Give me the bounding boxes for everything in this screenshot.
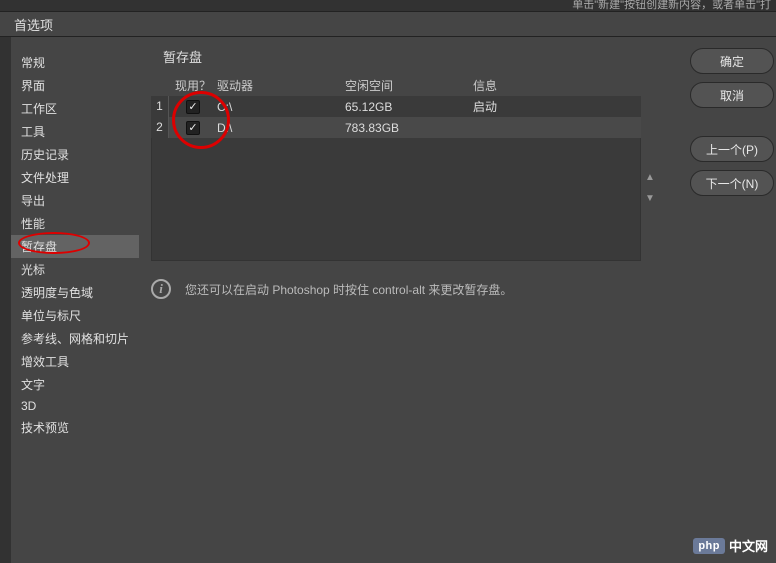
table-row[interactable]: 2 ✓ D:\ 783.83GB [151, 117, 641, 138]
sidebar-item-cursors[interactable]: 光标 [11, 258, 139, 281]
scratch-disk-table: 现用？ 驱动器 空闲空间 信息 1 ✓ C:\ 65.12GB 启动 2 [151, 74, 641, 261]
hint-text: 您还可以在启动 Photoshop 时按住 control-alt 来更改暂存盘… [185, 281, 512, 298]
watermark-badge: php [693, 538, 725, 554]
prev-button[interactable]: 上一个(P) [690, 136, 774, 162]
window-title-bar: 首选项 [0, 11, 776, 37]
content-panel: 暂存盘 现用？ 驱动器 空闲空间 信息 1 ✓ C:\ 65.12GB [139, 37, 776, 563]
table-empty-area [151, 138, 641, 261]
sidebar-item-scratchdisks[interactable]: 暂存盘 [11, 235, 139, 258]
cell-free: 783.83GB [345, 121, 473, 135]
sidebar-item-filehandling[interactable]: 文件处理 [11, 166, 139, 189]
hint-row: i 您还可以在启动 Photoshop 时按住 control-alt 来更改暂… [151, 279, 776, 299]
next-button[interactable]: 下一个(N) [690, 170, 774, 196]
row-number: 2 [151, 117, 169, 138]
sidebar-item-workspace[interactable]: 工作区 [11, 97, 139, 120]
sidebar-item-type[interactable]: 文字 [11, 373, 139, 396]
window-title: 首选项 [14, 15, 53, 34]
preferences-sidebar: 常规 界面 工作区 工具 历史记录 文件处理 导出 性能 暂存盘 光标 透明度与… [11, 37, 139, 563]
top-menu-bar: 单击"新建"按钮创建新内容，或者单击"打 [0, 0, 776, 11]
sidebar-item-units[interactable]: 单位与标尺 [11, 304, 139, 327]
sidebar-item-label: 暂存盘 [21, 240, 57, 254]
dialog-buttons: 确定 取消 上一个(P) 下一个(N) [690, 48, 776, 196]
panel-title: 暂存盘 [163, 47, 776, 66]
sidebar-item-guides[interactable]: 参考线、网格和切片 [11, 327, 139, 350]
table-row[interactable]: 1 ✓ C:\ 65.12GB 启动 [151, 96, 641, 117]
cancel-button[interactable]: 取消 [690, 82, 774, 108]
sidebar-item-3d[interactable]: 3D [11, 396, 139, 416]
ok-button[interactable]: 确定 [690, 48, 774, 74]
info-icon: i [151, 279, 171, 299]
move-down-icon[interactable]: ▼ [645, 193, 655, 204]
cell-drive: D:\ [217, 121, 345, 135]
sidebar-item-history[interactable]: 历史记录 [11, 143, 139, 166]
cell-free: 65.12GB [345, 100, 473, 114]
sidebar-item-plugins[interactable]: 增效工具 [11, 350, 139, 373]
active-checkbox[interactable]: ✓ [186, 100, 200, 114]
watermark-text: 中文网 [729, 536, 768, 555]
sidebar-item-general[interactable]: 常规 [11, 51, 139, 74]
table-header: 现用？ 驱动器 空闲空间 信息 [151, 74, 641, 96]
left-strip [0, 37, 11, 563]
move-up-icon[interactable]: ▲ [645, 172, 655, 183]
sidebar-item-export[interactable]: 导出 [11, 189, 139, 212]
sidebar-item-interface[interactable]: 界面 [11, 74, 139, 97]
sidebar-item-techpreview[interactable]: 技术预览 [11, 416, 139, 439]
cell-info: 启动 [473, 98, 641, 115]
row-number: 1 [151, 96, 169, 117]
header-info: 信息 [473, 77, 641, 94]
sidebar-item-transparency[interactable]: 透明度与色域 [11, 281, 139, 304]
header-free: 空闲空间 [345, 77, 473, 94]
sidebar-item-tools[interactable]: 工具 [11, 120, 139, 143]
header-drive: 驱动器 [217, 77, 345, 94]
sidebar-item-performance[interactable]: 性能 [11, 212, 139, 235]
cell-drive: C:\ [217, 100, 345, 114]
watermark: php 中文网 [693, 536, 768, 555]
header-active: 现用？ [169, 77, 217, 94]
active-checkbox[interactable]: ✓ [186, 121, 200, 135]
